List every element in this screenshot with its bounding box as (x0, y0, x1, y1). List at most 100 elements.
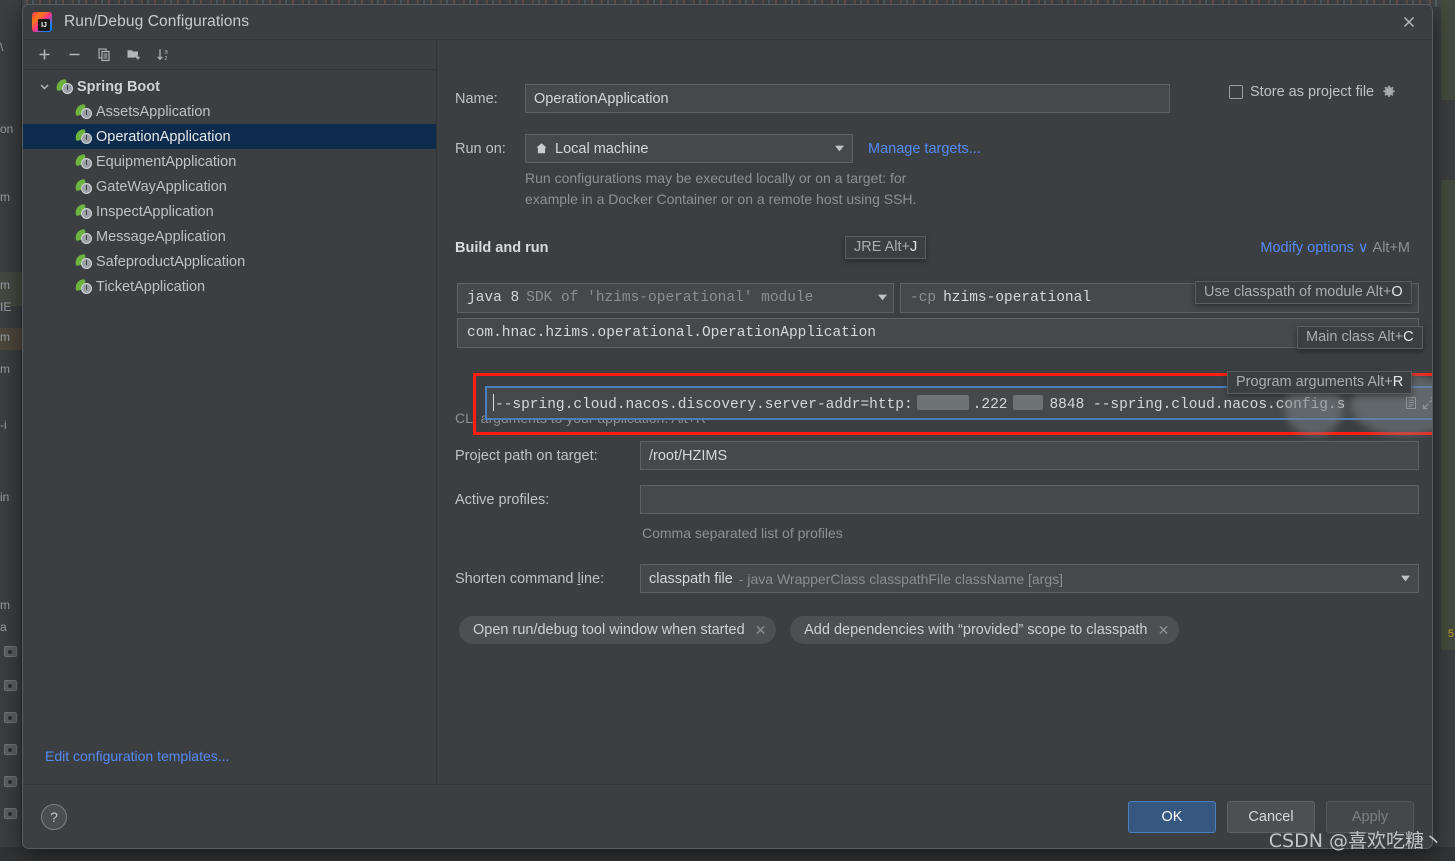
tree-group-label: Spring Boot (77, 78, 160, 95)
active-profiles-label: Active profiles: (455, 491, 550, 508)
chevron-down-icon[interactable] (37, 80, 51, 94)
background-text-fragment: in (0, 490, 10, 504)
background-text-fragment: m (0, 330, 10, 344)
chip-label: Open run/debug tool window when started (473, 622, 745, 638)
dialog-footer: ? OK Cancel Apply (23, 784, 1432, 848)
background-text-fragment: \ (0, 40, 4, 54)
run-on-select[interactable]: Local machine (525, 134, 853, 163)
spring-boot-icon (74, 228, 93, 245)
name-row: Name: (455, 84, 1170, 113)
spring-boot-icon (74, 103, 93, 120)
main-class-shortcut-tip: Main class Alt+C (1297, 326, 1423, 349)
background-text-fragment: IE (0, 300, 12, 314)
dialog-body: a z Spring Boot AssetsApplication Operat… (23, 39, 1432, 784)
spring-boot-icon (74, 278, 93, 295)
shorten-command-line-value: classpath file (649, 570, 733, 587)
ok-button[interactable]: OK (1128, 800, 1216, 833)
spring-boot-icon (74, 253, 93, 270)
tree-item-label: SafeproductApplication (96, 253, 246, 270)
tree-item-label: AssetsApplication (96, 103, 211, 120)
modify-options-shortcut: Alt+M (1372, 240, 1410, 256)
background-editor-right-edge: 5 (1441, 0, 1455, 861)
run-on-hint-line2: example in a Docker Container or on a re… (525, 191, 917, 207)
modify-options-link[interactable]: Modify options ∨ Alt+M (1260, 240, 1410, 256)
gutter-run-icon (4, 646, 17, 657)
tree-item-label: MessageApplication (96, 228, 226, 245)
gutter-run-icon (4, 680, 17, 691)
chevron-down-icon[interactable] (1398, 572, 1412, 586)
copy-icon[interactable] (1402, 392, 1420, 414)
main-class-input[interactable]: com.hnac.hzims.operational.OperationAppl… (457, 318, 1419, 348)
spring-boot-icon (74, 153, 93, 170)
manage-targets-link[interactable]: Manage targets... (868, 141, 981, 157)
tree-item-label: GateWayApplication (96, 178, 227, 195)
dialog-title-bar: Run/Debug Configurations (23, 5, 1432, 39)
remove-configuration-button[interactable] (61, 43, 87, 67)
gutter-run-icon (4, 808, 17, 819)
build-and-run-title: Build and run (455, 240, 549, 256)
background-status-bar (0, 847, 1455, 861)
jre-select[interactable]: java 8 SDK of 'hzims-operational' module (457, 283, 894, 313)
store-as-project-file-label: Store as project file (1250, 84, 1375, 100)
configurations-list-pane: a z Spring Boot AssetsApplication Operat… (23, 40, 437, 784)
new-folder-button[interactable] (121, 43, 147, 67)
gear-icon[interactable] (1381, 85, 1396, 100)
run-debug-configurations-dialog: Run/Debug Configurations (22, 4, 1433, 849)
expand-arrow-icon[interactable] (1420, 392, 1432, 414)
tree-item-label: InspectApplication (96, 203, 214, 220)
configurations-toolbar: a z (23, 40, 436, 70)
background-text-fragment: -i (0, 418, 7, 432)
gutter-run-icon (4, 776, 17, 787)
redacted-ip-segment (916, 394, 969, 410)
program-arguments-value: --spring.cloud.nacos.discovery.server-ad… (493, 393, 1402, 413)
text-caret (493, 393, 494, 411)
tree-item-operation-application[interactable]: OperationApplication (23, 124, 436, 149)
store-as-project-file-row[interactable]: Store as project file (1229, 84, 1396, 100)
spring-boot-icon (74, 203, 93, 220)
tree-group-spring-boot[interactable]: Spring Boot (23, 74, 436, 99)
tree-item-ticket-application[interactable]: TicketApplication (23, 274, 436, 299)
tree-item-inspect-application[interactable]: InspectApplication (23, 199, 436, 224)
project-path-input[interactable] (640, 441, 1419, 470)
tree-item-safeproduct-application[interactable]: SafeproductApplication (23, 249, 436, 274)
add-configuration-button[interactable] (31, 43, 57, 67)
tree-item-gateway-application[interactable]: GateWayApplication (23, 174, 436, 199)
run-on-row: Run on: Local machine Manage targets... (455, 134, 981, 163)
sort-az-button[interactable]: a z (151, 43, 177, 67)
name-input[interactable] (525, 84, 1170, 113)
chip-add-provided-scope-dependencies[interactable]: Add dependencies with “provided” scope t… (790, 616, 1179, 644)
run-on-hint-line1: Run configurations may be executed local… (525, 170, 907, 186)
active-profiles-row: Active profiles: (455, 485, 1419, 514)
tree-item-message-application[interactable]: MessageApplication (23, 224, 436, 249)
chip-open-run-debug-tool-window[interactable]: Open run/debug tool window when started … (459, 616, 776, 644)
tree-item-label: OperationApplication (96, 128, 231, 145)
chevron-down-icon[interactable] (832, 142, 846, 156)
background-text-fragment: m (0, 598, 10, 612)
close-icon[interactable]: ✕ (1157, 622, 1171, 639)
background-text-fragment: on (0, 122, 14, 136)
chip-label: Add dependencies with “provided” scope t… (804, 622, 1148, 638)
configurations-tree: Spring Boot AssetsApplication OperationA… (23, 70, 436, 728)
copy-configuration-button[interactable] (91, 43, 117, 67)
shorten-command-line-label: Shorten command line: (455, 570, 605, 587)
store-as-project-file-checkbox[interactable] (1229, 85, 1243, 99)
help-button[interactable]: ? (41, 803, 67, 830)
tree-item-assets-application[interactable]: AssetsApplication (23, 99, 436, 124)
project-path-label: Project path on target: (455, 447, 598, 464)
active-profiles-input[interactable] (640, 485, 1419, 514)
edit-configuration-templates-link[interactable]: Edit configuration templates... (45, 748, 229, 764)
program-arguments-prefix: --spring.cloud.nacos.discovery.server-ad… (495, 396, 913, 413)
background-text-fragment: m (0, 278, 10, 292)
redacted-ip-segment (1013, 394, 1044, 410)
shorten-command-line-select[interactable]: classpath file - java WrapperClass class… (640, 564, 1419, 593)
tree-item-equipment-application[interactable]: EquipmentApplication (23, 149, 436, 174)
chevron-down-icon[interactable] (878, 290, 887, 306)
csdn-watermark: CSDN @喜欢吃糖丶 (1268, 830, 1443, 852)
close-icon[interactable] (1386, 5, 1432, 39)
background-highlight-green (1441, 180, 1455, 650)
run-on-value: Local machine (555, 140, 649, 157)
close-icon[interactable]: ✕ (754, 622, 768, 639)
run-on-hint: Run configurations may be executed local… (525, 168, 916, 210)
spring-boot-icon (74, 128, 93, 145)
dialog-title: Run/Debug Configurations (64, 13, 250, 30)
